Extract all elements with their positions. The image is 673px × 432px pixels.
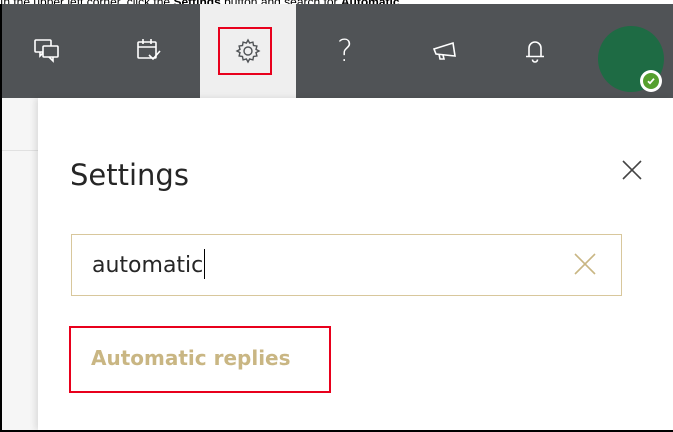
- divider: [2, 150, 38, 151]
- top-navigation-bar: ?: [2, 4, 673, 98]
- help-button[interactable]: ?: [322, 4, 368, 98]
- feedback-button[interactable]: [24, 4, 70, 98]
- automatic-replies-link[interactable]: Automatic replies: [91, 342, 291, 374]
- bell-icon: [524, 38, 546, 64]
- presence-available-icon: [643, 73, 659, 89]
- settings-search-input[interactable]: automatic: [71, 234, 622, 296]
- page-title: Settings: [70, 158, 189, 192]
- close-button[interactable]: [612, 152, 652, 192]
- calendar-check-icon: [136, 38, 162, 64]
- text-caret: [204, 249, 206, 279]
- clear-icon: [573, 252, 597, 280]
- search-text: automatic: [92, 253, 204, 278]
- my-day-button[interactable]: [124, 4, 174, 98]
- search-input-value: automatic: [92, 249, 206, 282]
- background-pane: [2, 98, 38, 430]
- close-icon: [621, 159, 643, 185]
- settings-highlight-box: [218, 27, 272, 75]
- presence-badge: [640, 70, 662, 92]
- whats-new-button[interactable]: [420, 4, 470, 98]
- notifications-button[interactable]: [512, 4, 558, 98]
- feedback-chat-icon: [34, 39, 60, 63]
- clear-search-button[interactable]: [571, 252, 599, 280]
- megaphone-icon: [431, 40, 459, 62]
- help-icon: ?: [337, 33, 353, 69]
